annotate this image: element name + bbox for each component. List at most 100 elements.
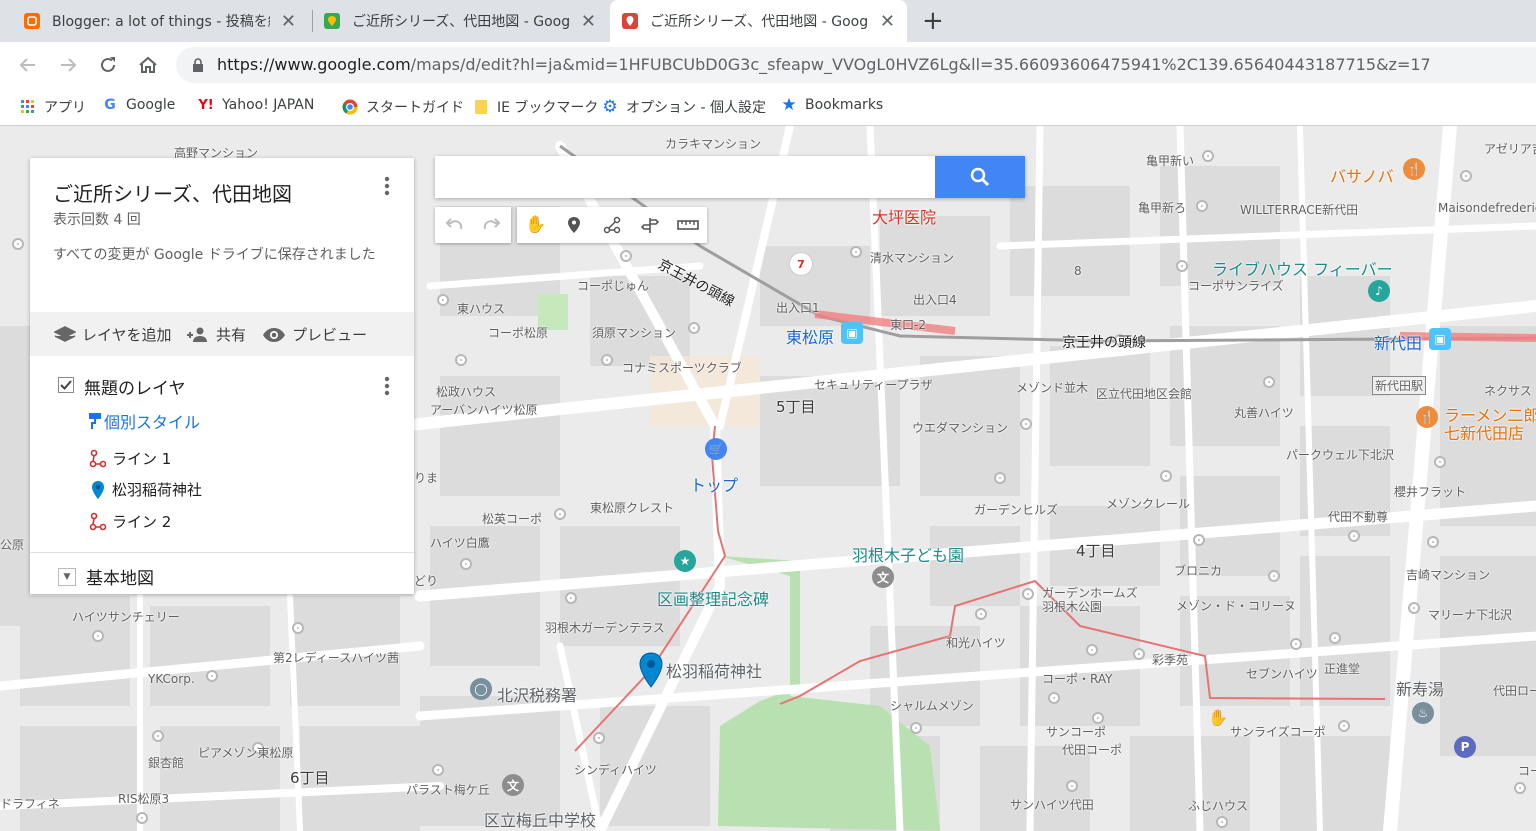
map-label[interactable]: RIS松原3 [118, 790, 169, 807]
back-button[interactable] [15, 52, 41, 78]
feature-line-1[interactable]: ライン 1 [86, 448, 171, 469]
bookmark-google[interactable]: G Google [102, 97, 175, 113]
map-label[interactable]: ハイツ白鷹 [430, 534, 490, 551]
feature-line-2[interactable]: ライン 2 [86, 511, 171, 532]
place-pin[interactable] [1434, 456, 1446, 468]
map-label[interactable]: 代田ロー [1493, 682, 1536, 699]
map-label[interactable]: WILLTERRACE新代田 [1240, 201, 1358, 218]
map-label[interactable]: シャルムメゾン [890, 697, 974, 714]
place-pin[interactable] [1427, 536, 1439, 548]
shopping-cart-icon[interactable]: 🛒 [705, 438, 727, 460]
map-label[interactable]: シンディハイツ [574, 761, 657, 778]
place-pin[interactable] [1338, 720, 1350, 732]
place-pin[interactable] [1066, 780, 1078, 792]
map-label[interactable]: アーバンハイツ松原 [430, 401, 538, 418]
place-pin[interactable] [688, 322, 700, 334]
place-pin[interactable] [1460, 170, 1472, 182]
place-pin[interactable] [1193, 534, 1205, 546]
place-pin[interactable] [1329, 632, 1341, 644]
map-label[interactable]: パラスト梅ケ丘 [406, 781, 490, 798]
place-pin[interactable] [12, 238, 24, 250]
bookmark-bookmarks[interactable]: ★ Bookmarks [781, 95, 883, 115]
map-label[interactable]: 東ハウス [457, 300, 505, 317]
map-label[interactable]: メゾン・ド・コリーヌ [1176, 597, 1296, 614]
layer-name[interactable]: 無題のレイヤ [84, 374, 186, 399]
place-pin[interactable] [1514, 782, 1526, 794]
station-label[interactable]: 東松原 [786, 324, 834, 348]
map-label[interactable]: セキュリティープラザ [814, 376, 933, 393]
map-label[interactable]: カラキマンション [665, 135, 761, 152]
bookmark-yahoo[interactable]: Y! Yahoo! JAPAN [198, 97, 314, 113]
map-label[interactable]: 区立梅丘中学校 [484, 807, 596, 831]
bath-icon[interactable]: ♨ [1412, 702, 1434, 724]
place-pin[interactable] [1160, 470, 1172, 482]
map-label[interactable]: 公原 [0, 536, 24, 553]
map-label[interactable]: ドラフィネ [0, 795, 60, 812]
map-label[interactable]: アゼリア吉 [1484, 140, 1536, 157]
map-label[interactable]: メゾンド並木 [1016, 379, 1088, 396]
map-label[interactable]: セブンハイツ [1246, 665, 1318, 682]
map-label[interactable]: コーポ・RAY [1042, 670, 1112, 687]
place-pin[interactable] [1196, 200, 1208, 212]
place-pin[interactable] [1408, 602, 1420, 614]
place-pin[interactable] [593, 732, 605, 744]
map-label[interactable]: ガーデンヒルズ [974, 501, 1058, 518]
map-label[interactable]: ふじハウス [1188, 797, 1248, 814]
map-label[interactable]: 和光ハイツ [946, 634, 1006, 651]
place-pin[interactable] [437, 294, 449, 306]
map-label[interactable]: 代田不動尊 [1328, 508, 1388, 525]
map-label[interactable]: 銀杏館 [148, 754, 184, 771]
place-pin[interactable] [455, 354, 467, 366]
map-label[interactable]: 羽根木子ども園 [852, 542, 964, 566]
map-label[interactable]: 大坪医院 [872, 204, 936, 228]
place-pin[interactable] [206, 670, 218, 682]
map-label[interactable]: 亀甲新い [1146, 152, 1194, 169]
map-label[interactable]: 松政ハウス [436, 383, 496, 400]
reload-button[interactable] [95, 52, 121, 78]
place-pin[interactable] [975, 608, 987, 620]
individual-style-link[interactable]: 個別スタイル [89, 409, 200, 433]
place-pin[interactable] [1022, 588, 1034, 600]
search-button[interactable] [935, 156, 1025, 198]
map-label[interactable]: 清水マンション [870, 249, 954, 266]
place-pin[interactable] [1048, 692, 1060, 704]
close-icon[interactable]: ✕ [581, 11, 596, 32]
preview-button[interactable]: プレビュー [262, 324, 367, 345]
map-label[interactable]: 羽根木公園 [1042, 598, 1102, 615]
place-pin[interactable] [136, 812, 148, 824]
map-label[interactable]: 羽根木ガーデンテラス [545, 619, 665, 636]
map-label[interactable]: どり [414, 572, 438, 589]
map-label[interactable]: コーポ松原 [488, 324, 548, 341]
bookmark-options[interactable]: ⚙ オプション - 個人設定 [602, 97, 766, 117]
place-pin[interactable] [432, 764, 444, 776]
draw-line-button[interactable] [593, 207, 631, 243]
place-pin[interactable] [1133, 648, 1145, 660]
place-pin[interactable] [554, 508, 566, 520]
restaurant-icon[interactable]: 🍴 [1416, 406, 1438, 428]
place-pin[interactable] [1202, 150, 1214, 162]
government-office-icon[interactable]: ◯ [470, 678, 492, 700]
map-label[interactable]: パークウェル下北沢 [1286, 446, 1394, 463]
map-label[interactable]: 丸善ハイツ [1234, 404, 1294, 421]
map-label[interactable]: トップ [690, 472, 738, 496]
share-button[interactable]: 共有 [186, 324, 246, 345]
tab-mymaps-active[interactable]: ご近所シリーズ、代田地図 - Google マイマップ ✕ [610, 0, 907, 42]
map-label[interactable]: 北沢税務署 [497, 682, 577, 706]
map-label[interactable]: ウエダマンション [912, 419, 1008, 436]
map-label[interactable]: 櫻井フラット [1394, 483, 1466, 500]
new-tab-button[interactable]: + [922, 6, 944, 36]
map-label[interactable]: 松英コーポ [482, 510, 542, 527]
map-label[interactable]: 須原マンション [592, 324, 676, 341]
map-label[interactable]: 東口-2 [890, 316, 926, 333]
undo-button[interactable] [435, 207, 473, 243]
tab-mymaps-1[interactable]: ご近所シリーズ、代田地図 - Google マイマップ ✕ [312, 0, 608, 42]
close-icon[interactable]: ✕ [281, 11, 296, 32]
tab-blogger[interactable]: Blogger: a lot of things - 投稿を編集 ✕ [12, 0, 308, 42]
add-marker-button[interactable] [555, 207, 593, 243]
address-bar[interactable]: https://www.google.com/maps/d/edit?hl=ja… [176, 47, 1536, 83]
map-label[interactable]: 出入口1 [776, 299, 820, 316]
map-label[interactable]: 彩季苑 [1152, 651, 1188, 668]
place-pin[interactable] [1290, 638, 1302, 650]
parking-icon[interactable]: P [1454, 736, 1476, 758]
place-pin[interactable] [152, 730, 164, 742]
